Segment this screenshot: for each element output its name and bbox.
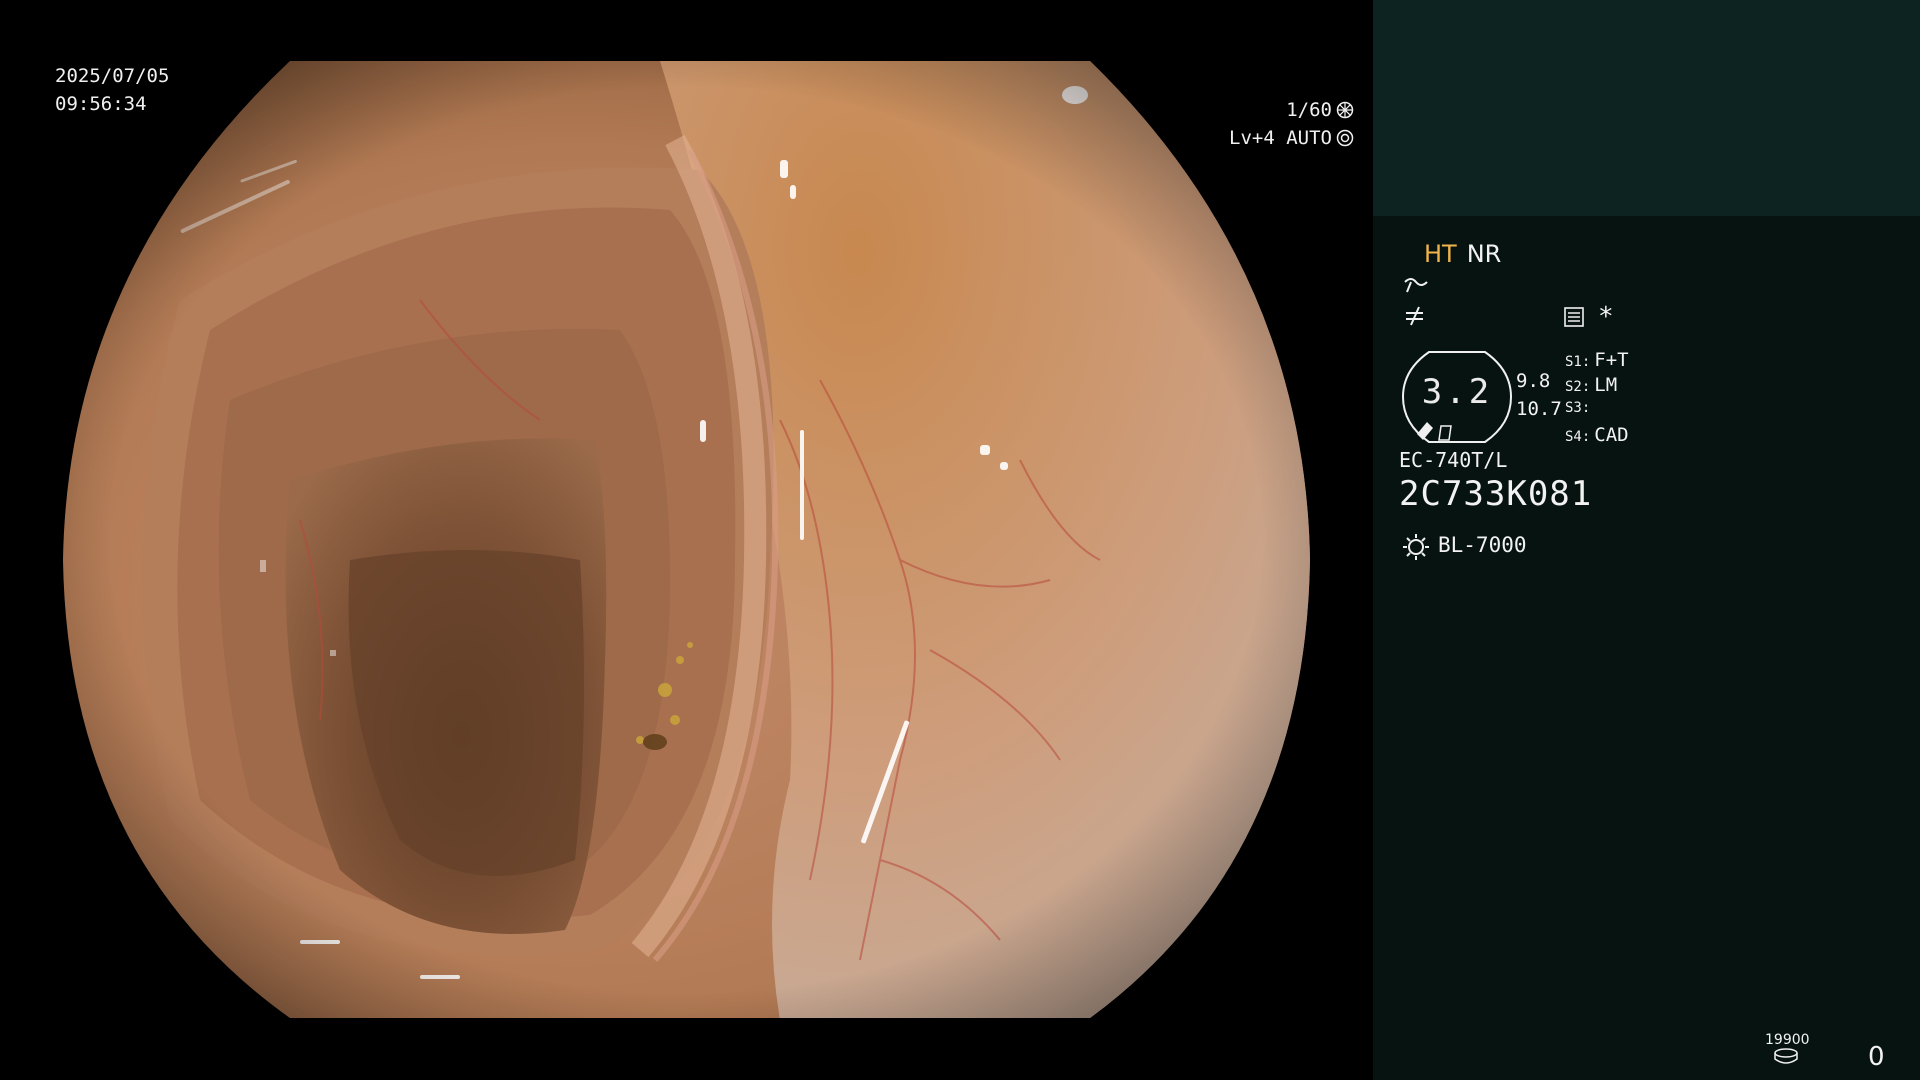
switch-s2: S2: LM bbox=[1565, 374, 1617, 396]
iris-icon bbox=[1336, 129, 1354, 147]
nr-label: NR bbox=[1466, 240, 1502, 268]
shutter-text: 1/60 bbox=[1286, 99, 1332, 121]
switch-key: S1: bbox=[1565, 354, 1591, 370]
light-source: BL-7000 bbox=[1438, 533, 1527, 557]
star-indicator: * bbox=[1598, 302, 1614, 332]
switch-s1: S1: F+T bbox=[1565, 349, 1629, 371]
shutter-icon bbox=[1336, 101, 1354, 119]
storage-count-small: 19900 bbox=[1765, 1032, 1810, 1048]
scope-serial: 2C733K081 bbox=[1399, 474, 1593, 514]
disc-icon bbox=[1774, 1048, 1798, 1064]
mag-value-b: 10.7 bbox=[1516, 398, 1562, 420]
exposure-overlay: 1/60 Lv+4 AUTO bbox=[1229, 96, 1354, 152]
switch-key: S2: bbox=[1565, 379, 1591, 395]
switch-key: S4: bbox=[1565, 429, 1591, 445]
switch-value: F+T bbox=[1594, 349, 1629, 371]
mag-value-a: 9.8 bbox=[1516, 370, 1551, 392]
storage-count: 0 bbox=[1868, 1042, 1885, 1072]
panel-header-area bbox=[1373, 0, 1920, 216]
slash-icon bbox=[1406, 306, 1423, 326]
light-bulb-icon bbox=[1403, 534, 1429, 560]
info-panel: HT NR * 3.2 9.8 10.7 S1: F+T S2: LM S3: S… bbox=[1373, 0, 1920, 1080]
curve-icon bbox=[1404, 278, 1428, 293]
switch-s4: S4: CAD bbox=[1565, 424, 1629, 446]
enhancement-mode: HT NR bbox=[1424, 240, 1501, 268]
time-text: 09:56:34 bbox=[55, 93, 147, 115]
ht-label: HT bbox=[1424, 240, 1457, 268]
menu-icon bbox=[1564, 307, 1584, 327]
endoscope-image bbox=[63, 61, 1310, 1018]
date-time-overlay: 2025/07/05 09:56:34 bbox=[55, 62, 169, 118]
scope-model: EC-740T/L bbox=[1399, 448, 1508, 472]
switch-value: CAD bbox=[1594, 424, 1629, 446]
date-text: 2025/07/05 bbox=[55, 65, 170, 87]
switch-s3: S3: bbox=[1565, 400, 1594, 416]
magnification-badge: 3.2 bbox=[1399, 350, 1515, 444]
iris-text: Lv+4 AUTO bbox=[1229, 127, 1332, 149]
magnification-value: 3.2 bbox=[1421, 372, 1493, 412]
switch-value: LM bbox=[1594, 374, 1618, 396]
switch-key: S3: bbox=[1565, 400, 1591, 416]
endoscope-view: 2025/07/05 09:56:34 1/60 Lv+4 AUTO bbox=[0, 0, 1372, 1080]
